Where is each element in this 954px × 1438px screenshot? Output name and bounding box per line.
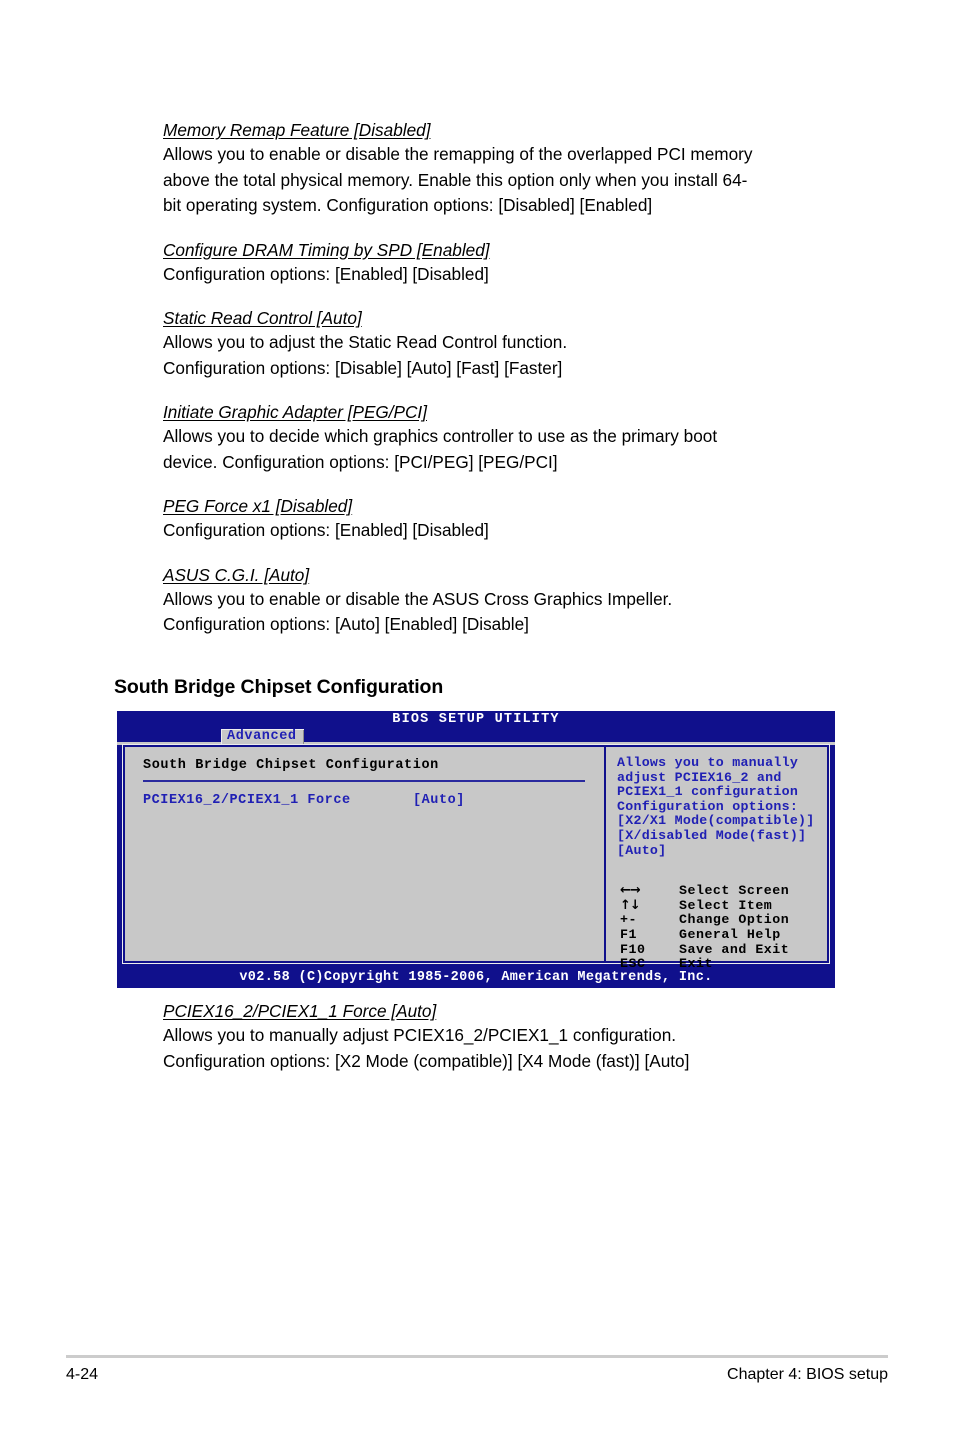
bios-key-description: Save and Exit xyxy=(679,941,790,957)
arrow-keys-icon: ↑↓ xyxy=(620,897,641,913)
bios-key-legend-row: F10 Save and Exit xyxy=(617,941,827,958)
bios-option-entry: ASUS C.G.I. [Auto] Allows you to enable o… xyxy=(163,563,839,638)
option-entry-title: Memory Remap Feature [Disabled] xyxy=(163,120,431,140)
bios-key-name: +- xyxy=(620,912,637,928)
bios-key-legend: ←→ Select Screen ↑↓ Select Item +- Change Opt… xyxy=(617,884,827,972)
option-entry-title: Initiate Graphic Adapter [PEG/PCI] xyxy=(163,402,427,422)
bios-help-line: adjust PCIEX16_2 and xyxy=(617,769,782,785)
option-entry-line: bit operating system. Configuration opti… xyxy=(163,195,653,215)
option-entry-title: ASUS C.G.I. [Auto] xyxy=(163,564,310,585)
bios-tab-row: Advanced xyxy=(117,729,835,745)
bios-key-description: Select Screen xyxy=(679,883,790,899)
bios-option-entry: PEG Force x1 [Disabled] Configuration opt… xyxy=(163,494,839,544)
bios-settings-list: PCIEX16_2/PCIEX1_1 Force [Auto] xyxy=(143,792,604,809)
tab-advanced[interactable]: Advanced xyxy=(221,729,304,745)
option-entry-line: Allows you to enable or disable the rema… xyxy=(163,144,753,164)
option-entry-title: Static Read Control [Auto] xyxy=(163,308,362,328)
option-entry-line: device. Configuration options: [PCI/PEG]… xyxy=(163,451,558,472)
bios-setup-screen: BIOS SETUP UTILITY Advanced South Bridge… xyxy=(117,711,835,988)
bios-setting-row[interactable]: PCIEX16_2/PCIEX1_1 Force [Auto] xyxy=(143,792,604,809)
chapter-label: Chapter 4: BIOS setup xyxy=(727,1366,888,1383)
option-entry-title: PEG Force x1 [Disabled] xyxy=(163,496,353,516)
bios-key-legend-row: ↑↓ Select Item xyxy=(617,897,827,914)
bios-titlebar: BIOS SETUP UTILITY xyxy=(117,711,835,729)
bios-setting-value[interactable]: [Auto] xyxy=(413,792,465,809)
body-text-upper: Memory Remap Feature [Disabled] Allows yo… xyxy=(163,118,839,638)
bios-key-description: Select Item xyxy=(679,897,773,913)
bios-help-line: [Auto] xyxy=(617,842,667,858)
bios-key-legend-row: F1 General Help xyxy=(617,926,827,943)
bios-key-description: Change Option xyxy=(679,912,790,928)
option-entry-line: Allows you to adjust the Static Read Con… xyxy=(163,332,568,352)
bios-title: BIOS SETUP UTILITY xyxy=(392,712,560,727)
option-entry-line: Configuration options: [Enabled] [Disabl… xyxy=(163,263,489,284)
bios-key-name: F10 xyxy=(620,941,646,957)
option-entry-line: Allows you to decide which graphics cont… xyxy=(163,426,718,446)
bios-key-legend-row: +- Change Option xyxy=(617,913,827,928)
bios-help-line: Configuration options: xyxy=(617,798,799,814)
arrow-keys-icon: ←→ xyxy=(620,883,641,899)
option-entry-line: above the total physical memory. Enable … xyxy=(163,169,748,190)
bios-option-entry: Memory Remap Feature [Disabled] Allows yo… xyxy=(163,118,839,219)
bios-help-line: Allows you to manually xyxy=(617,755,799,770)
bios-body: South Bridge Chipset Configuration PCIEX… xyxy=(123,745,829,971)
bios-key-name: F1 xyxy=(620,926,637,942)
bios-copyright: v02.58 (C)Copyright 1985-2006, American … xyxy=(239,970,713,985)
option-entry-title: Configure DRAM Timing by SPD [Enabled] xyxy=(163,239,490,260)
option-entry-line: Configuration options: [Disable] [Auto] … xyxy=(163,357,563,378)
body-text-lower: PCIEX16_2/PCIEX1_1 Force [Auto] Allows yo… xyxy=(163,999,863,1074)
bios-help-text: Allows you to manually adjust PCIEX16_2 a… xyxy=(617,755,827,858)
bios-footer-bar: v02.58 (C)Copyright 1985-2006, American … xyxy=(117,969,835,988)
bios-option-entry: Configure DRAM Timing by SPD [Enabled] Co… xyxy=(163,238,839,288)
page-section-heading: South Bridge Chipset Configuration xyxy=(114,676,444,698)
option-entry-line: Allows you to manually adjust PCIEX16_2/… xyxy=(163,1025,677,1045)
bios-setting-label: PCIEX16_2/PCIEX1_1 Force xyxy=(143,793,351,808)
option-entry-line: Configuration options: [Auto] [Enabled] … xyxy=(163,614,529,634)
bios-panel-title: South Bridge Chipset Configuration xyxy=(143,758,439,773)
bios-help-line: [X/disabled Mode(fast)] xyxy=(617,827,807,843)
manual-page: Memory Remap Feature [Disabled] Allows yo… xyxy=(0,0,954,1438)
bios-option-entry: Initiate Graphic Adapter [PEG/PCI] Allows… xyxy=(163,400,839,475)
bios-option-entry: Static Read Control [Auto] Allows you to … xyxy=(163,306,839,381)
bios-panel-divider xyxy=(143,780,585,782)
bios-key-legend-row: ←→ Select Screen xyxy=(617,884,827,899)
option-entry-line: Allows you to enable or disable the ASUS… xyxy=(163,588,673,609)
option-entry-title: PCIEX16_2/PCIEX1_1 Force [Auto] xyxy=(163,1001,437,1021)
option-entry-line: Configuration options: [X2 Mode (compati… xyxy=(163,1050,690,1071)
bios-help-line: [X2/X1 Mode(compatible)] xyxy=(617,813,815,829)
bios-help-line: PCIEX1_1 configuration xyxy=(617,784,799,800)
footer-divider xyxy=(66,1355,888,1358)
page-number: 4-24 xyxy=(66,1366,99,1383)
bios-option-entry: PCIEX16_2/PCIEX1_1 Force [Auto] Allows yo… xyxy=(163,999,863,1074)
bios-help-panel: Allows you to manually adjust PCIEX16_2 a… xyxy=(606,747,827,970)
option-entry-line: Configuration options: [Enabled] [Disabl… xyxy=(163,520,489,540)
bios-main-panel: South Bridge Chipset Configuration PCIEX… xyxy=(125,747,604,961)
bios-key-description: General Help xyxy=(679,926,781,942)
